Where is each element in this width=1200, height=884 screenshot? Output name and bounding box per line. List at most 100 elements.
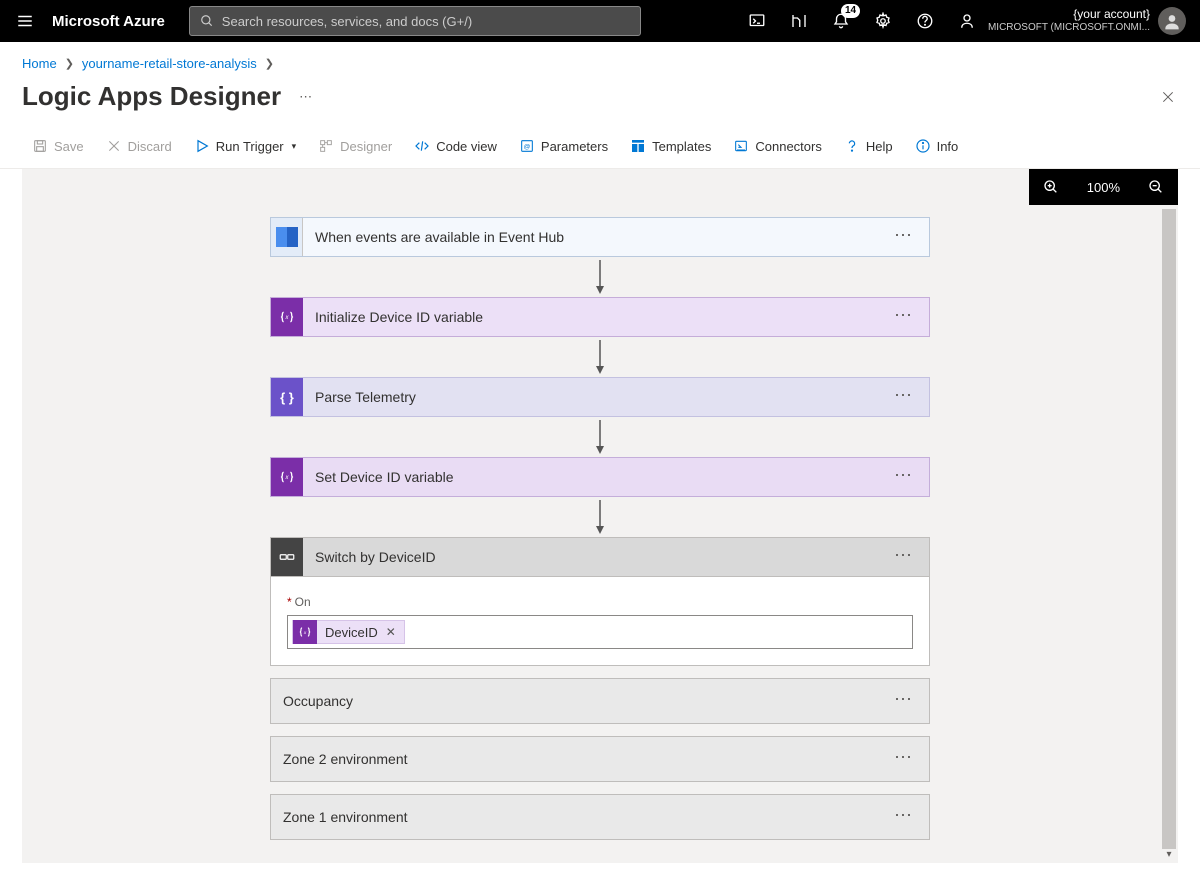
- case-zone2-card[interactable]: Zone 2 environment ⋯: [270, 736, 930, 782]
- scrollbar-thumb[interactable]: [1162, 209, 1176, 849]
- parameters-button[interactable]: @ Parameters: [509, 134, 618, 158]
- chevron-right-icon: ❯: [265, 57, 274, 70]
- svg-text:x: x: [303, 630, 307, 635]
- account-block[interactable]: {your account} MICROSOFT (MICROSOFT.ONMI…: [988, 8, 1158, 34]
- feedback-button[interactable]: [946, 0, 988, 42]
- card-title: Switch by DeviceID: [303, 549, 878, 565]
- switch-card-header[interactable]: Switch by DeviceID ⋯: [271, 538, 929, 577]
- card-title: Occupancy: [271, 693, 878, 709]
- chip-label: DeviceID: [325, 625, 378, 640]
- templates-icon: [630, 138, 646, 154]
- save-button[interactable]: Save: [22, 134, 94, 158]
- run-trigger-button[interactable]: Run Trigger ▾: [184, 134, 306, 158]
- event-hub-icon: [271, 218, 303, 256]
- info-button[interactable]: Info: [905, 134, 969, 158]
- title-more-button[interactable]: ⋯: [299, 89, 312, 105]
- flow-arrow: [270, 417, 930, 457]
- search-placeholder: Search resources, services, and docs (G+…: [222, 14, 472, 29]
- on-field-input[interactable]: x DeviceID ✕: [287, 615, 913, 649]
- save-icon: [32, 138, 48, 154]
- trigger-card[interactable]: When events are available in Event Hub ⋯: [270, 217, 930, 257]
- parse-telemetry-card[interactable]: { } Parse Telemetry ⋯: [270, 377, 930, 417]
- card-menu-button[interactable]: ⋯: [878, 390, 929, 404]
- designer-icon: [318, 138, 334, 154]
- svg-text:@: @: [524, 144, 531, 151]
- case-zone1-card[interactable]: Zone 1 environment ⋯: [270, 794, 930, 840]
- avatar[interactable]: [1158, 7, 1186, 35]
- close-blade-button[interactable]: [1158, 87, 1178, 107]
- breadcrumb: Home ❯ yourname-retail-store-analysis ❯: [0, 42, 1200, 77]
- chevron-down-icon: ▾: [292, 141, 297, 152]
- card-menu-button[interactable]: ⋯: [878, 810, 929, 824]
- global-search-input[interactable]: Search resources, services, and docs (G+…: [189, 6, 641, 36]
- help-toolbar-button[interactable]: Help: [834, 134, 903, 158]
- account-name: {your account}: [1073, 8, 1150, 21]
- designer-canvas-wrap: 100% When events are available in Event …: [22, 169, 1178, 863]
- zoom-control: 100%: [1029, 169, 1178, 205]
- switch-card[interactable]: Switch by DeviceID ⋯ *On x DeviceID ✕: [270, 537, 930, 666]
- title-row: Logic Apps Designer ⋯: [0, 77, 1200, 128]
- account-org: MICROSOFT (MICROSOFT.ONMI...: [988, 21, 1150, 34]
- flow-arrow: [270, 337, 930, 377]
- code-icon: [414, 138, 430, 154]
- chip-remove-button[interactable]: ✕: [386, 625, 396, 639]
- card-title: Set Device ID variable: [303, 469, 878, 485]
- variable-icon: x: [271, 298, 303, 336]
- breadcrumb-resource[interactable]: yourname-retail-store-analysis: [82, 56, 257, 71]
- notification-badge: 14: [841, 4, 860, 18]
- parameters-icon: @: [519, 138, 535, 154]
- initialize-variable-card[interactable]: x Initialize Device ID variable ⋯: [270, 297, 930, 337]
- search-icon: [200, 14, 214, 28]
- zoom-level: 100%: [1073, 169, 1134, 205]
- device-id-chip[interactable]: x DeviceID ✕: [292, 620, 405, 644]
- flow-arrow: [270, 257, 930, 297]
- breadcrumb-home[interactable]: Home: [22, 56, 57, 71]
- card-title: Zone 1 environment: [271, 809, 878, 825]
- help-button[interactable]: [904, 0, 946, 42]
- variable-icon: x: [271, 458, 303, 496]
- page-title: Logic Apps Designer: [22, 81, 281, 112]
- card-menu-button[interactable]: ⋯: [878, 230, 929, 244]
- help-icon: [844, 138, 860, 154]
- card-menu-button[interactable]: ⋯: [878, 310, 929, 324]
- info-icon: [915, 138, 931, 154]
- discard-button[interactable]: Discard: [96, 134, 182, 158]
- workflow: When events are available in Event Hub ⋯…: [270, 217, 930, 840]
- card-title: Zone 2 environment: [271, 751, 878, 767]
- menu-toggle-button[interactable]: [4, 0, 46, 42]
- card-title: When events are available in Event Hub: [303, 229, 878, 245]
- directory-switch-button[interactable]: [778, 0, 820, 42]
- zoom-in-button[interactable]: [1029, 169, 1073, 205]
- case-occupancy-card[interactable]: Occupancy ⋯: [270, 678, 930, 724]
- designer-canvas[interactable]: When events are available in Event Hub ⋯…: [22, 169, 1178, 863]
- data-operations-icon: { }: [271, 378, 303, 416]
- scroll-down-arrow[interactable]: ▾: [1162, 847, 1176, 861]
- card-title: Parse Telemetry: [303, 389, 878, 405]
- card-menu-button[interactable]: ⋯: [878, 470, 929, 484]
- set-variable-card[interactable]: x Set Device ID variable ⋯: [270, 457, 930, 497]
- flow-arrow: [270, 497, 930, 537]
- switch-icon: [271, 538, 303, 576]
- brand-label: Microsoft Azure: [52, 13, 165, 30]
- connectors-button[interactable]: Connectors: [723, 134, 831, 158]
- azure-topbar: Microsoft Azure Search resources, servic…: [0, 0, 1200, 42]
- zoom-out-button[interactable]: [1134, 169, 1178, 205]
- variable-icon: x: [293, 620, 317, 644]
- settings-button[interactable]: [862, 0, 904, 42]
- svg-text:x: x: [285, 475, 290, 481]
- canvas-scrollbar[interactable]: [1162, 209, 1176, 859]
- designer-toolbar: Save Discard Run Trigger ▾ Designer Code…: [0, 128, 1200, 169]
- templates-button[interactable]: Templates: [620, 134, 721, 158]
- on-field-label: *On: [287, 595, 913, 609]
- card-title: Initialize Device ID variable: [303, 309, 878, 325]
- code-view-button[interactable]: Code view: [404, 134, 507, 158]
- chevron-right-icon: ❯: [65, 57, 74, 70]
- card-menu-button[interactable]: ⋯: [878, 694, 929, 708]
- card-menu-button[interactable]: ⋯: [878, 752, 929, 766]
- svg-text:x: x: [285, 315, 290, 321]
- cloud-shell-button[interactable]: [736, 0, 778, 42]
- card-menu-button[interactable]: ⋯: [878, 550, 929, 564]
- switch-card-body: *On x DeviceID ✕: [271, 577, 929, 665]
- notifications-button[interactable]: 14: [820, 0, 862, 42]
- designer-button[interactable]: Designer: [308, 134, 402, 158]
